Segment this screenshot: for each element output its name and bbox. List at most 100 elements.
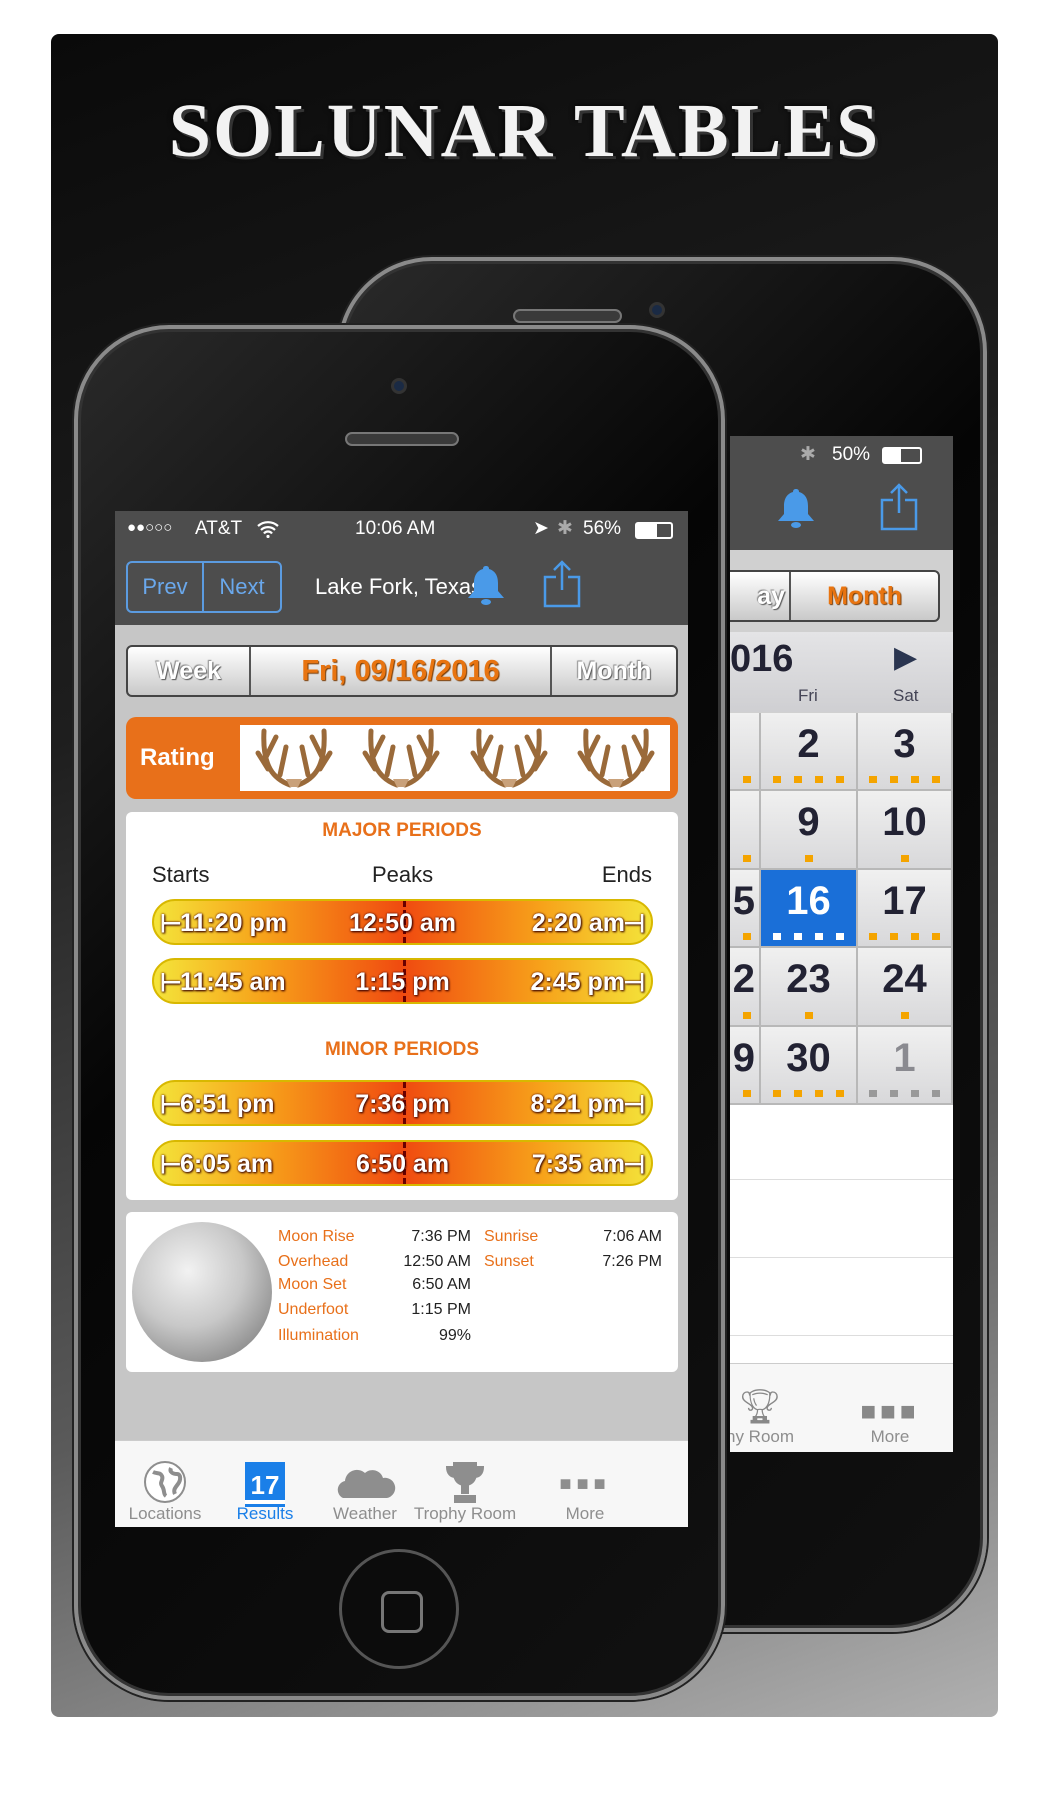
calendar-day[interactable] xyxy=(730,791,761,870)
rating-dot xyxy=(900,854,909,862)
rating-dot xyxy=(743,1011,751,1019)
calendar-day[interactable] xyxy=(730,713,761,792)
tab-locations[interactable]: Locations xyxy=(115,1441,215,1527)
rating-dot xyxy=(743,1089,751,1097)
calendar-day[interactable]: 5 xyxy=(730,869,761,949)
front-screen: ●●○○○ AT&T 10:06 AM ➤ ✱ 56% Prev Next La… xyxy=(115,511,688,1527)
moon-label: Moon Rise xyxy=(278,1228,355,1245)
battery-icon xyxy=(635,522,673,539)
sun-value: 7:26 PM xyxy=(602,1253,662,1270)
moon-label: Overhead xyxy=(278,1253,349,1270)
minor-period-bar[interactable]: ⊢ 6:51 pm 7:36 pm 8:21 pm ⊣ xyxy=(152,1080,653,1126)
bell-icon[interactable] xyxy=(775,487,817,531)
calendar-day[interactable]: 2 xyxy=(761,713,858,792)
nav-bar: Prev Next Lake Fork, Texas xyxy=(115,548,688,625)
end-bracket-icon: ⊣ xyxy=(623,969,645,997)
day-segment[interactable]: ay xyxy=(730,572,792,620)
date-segment[interactable]: Fri, 09/16/2016 xyxy=(251,647,552,695)
more-icon: ■■■ xyxy=(860,1396,920,1426)
day-number: 5 xyxy=(732,878,755,923)
week-segment[interactable]: Week xyxy=(128,647,252,695)
rating-dot xyxy=(743,776,751,784)
month-segment[interactable]: Month xyxy=(552,647,676,695)
status-bar: ✱ 50% xyxy=(730,436,953,473)
tab-bar: 🏆︎ hy Room ■■■ More xyxy=(730,1363,953,1452)
cloud-icon xyxy=(337,1469,396,1498)
calendar-day[interactable]: 10 xyxy=(858,791,953,870)
bell-icon[interactable] xyxy=(465,564,507,608)
rating-dot xyxy=(815,776,823,784)
location-title[interactable]: Lake Fork, Texas xyxy=(315,574,482,600)
rating-dot xyxy=(900,1011,909,1019)
day-number: 30 xyxy=(786,1035,831,1080)
rating-dot xyxy=(911,1089,919,1097)
battery-percent: 56% xyxy=(583,518,622,539)
home-button[interactable] xyxy=(339,1549,459,1669)
battery-percent: 50% xyxy=(832,444,871,465)
tab-label: hy Room xyxy=(730,1427,795,1446)
rating-dot xyxy=(804,854,813,862)
prev-next-control: Prev Next xyxy=(126,561,282,613)
rating-dot xyxy=(911,776,919,784)
weekday-fri: Fri xyxy=(798,686,818,705)
day-number: 17 xyxy=(882,878,927,923)
calendar-day[interactable]: 30 xyxy=(761,1026,858,1105)
moon-phase-icon xyxy=(132,1222,272,1362)
month-header: 016 ▶ Fri Sat xyxy=(730,632,953,712)
tab-more[interactable]: ■■■ More xyxy=(535,1441,635,1527)
major-period-bar[interactable]: ⊢ 11:20 pm 12:50 am 2:20 am ⊣ xyxy=(152,899,653,945)
major-period-bar[interactable]: ⊢ 11:45 am 1:15 pm 2:45 pm ⊣ xyxy=(152,958,653,1004)
calendar-day[interactable]: 2 xyxy=(730,948,761,1027)
day-number: 16 xyxy=(786,878,831,923)
moon-value: 7:36 PM xyxy=(411,1228,471,1245)
next-button[interactable]: Next xyxy=(204,563,280,611)
trophy-icon xyxy=(445,1462,485,1503)
period-end: 2:20 am xyxy=(531,909,625,937)
calendar-grid: 2 3 9 10 5 16 17 2 23 24 9 30 1 xyxy=(730,713,953,1105)
share-icon[interactable] xyxy=(880,483,918,531)
moon-value: 99% xyxy=(438,1327,471,1344)
sun-value: 7:06 AM xyxy=(603,1228,662,1245)
calendar-day[interactable]: 9 xyxy=(730,1026,761,1105)
tab-more[interactable]: ■■■ More xyxy=(840,1364,940,1451)
tab-results[interactable]: 17 Results xyxy=(215,1441,315,1527)
rating-dot xyxy=(836,776,844,784)
month-segment[interactable]: Month xyxy=(791,572,938,620)
globe-icon xyxy=(144,1461,186,1503)
tab-label: Trophy Room xyxy=(413,1504,517,1523)
month-year-label: 016 xyxy=(730,638,794,680)
calendar-icon: 17 xyxy=(245,1462,285,1504)
rating-dot xyxy=(773,776,781,784)
camera xyxy=(391,378,407,394)
starts-header: Starts xyxy=(152,862,210,887)
calendar-day[interactable]: 24 xyxy=(858,948,953,1027)
event-list xyxy=(730,1105,953,1363)
next-month-icon[interactable]: ▶ xyxy=(894,640,917,675)
share-icon[interactable] xyxy=(543,560,581,608)
calendar-day[interactable]: 17 xyxy=(858,869,953,949)
calendar-day[interactable]: 9 xyxy=(761,791,858,870)
view-segmented-control: ay Month xyxy=(730,570,940,622)
nav-bar xyxy=(730,473,953,550)
clock: 10:06 AM xyxy=(355,518,436,539)
tab-label: Results xyxy=(236,1504,294,1523)
tab-trophy-room[interactable]: Trophy Room xyxy=(400,1441,530,1527)
day-number: 9 xyxy=(732,1035,755,1080)
calendar-day[interactable]: 1 xyxy=(858,1026,953,1105)
calendar-day[interactable]: 16 xyxy=(761,869,858,949)
minor-period-bar[interactable]: ⊢ 6:05 am 6:50 am 7:35 am ⊣ xyxy=(152,1140,653,1186)
prev-button[interactable]: Prev xyxy=(128,563,204,611)
signal-icon: ●●○○○ xyxy=(127,519,173,536)
day-number: 3 xyxy=(893,722,916,766)
calendar-day[interactable]: 3 xyxy=(858,713,953,792)
tab-label: More xyxy=(565,1504,605,1523)
tab-bar: Locations 17 Results Weather Trophy Room… xyxy=(115,1440,688,1527)
rating-dot xyxy=(932,776,940,784)
calendar-day[interactable]: 23 xyxy=(761,948,858,1027)
rating-dot xyxy=(794,1089,802,1097)
day-number: 2 xyxy=(732,957,755,1002)
tab-trophy-room[interactable]: 🏆︎ hy Room xyxy=(730,1364,830,1451)
rating-dot xyxy=(869,933,877,941)
carrier: AT&T xyxy=(195,518,243,539)
camera xyxy=(649,302,665,318)
